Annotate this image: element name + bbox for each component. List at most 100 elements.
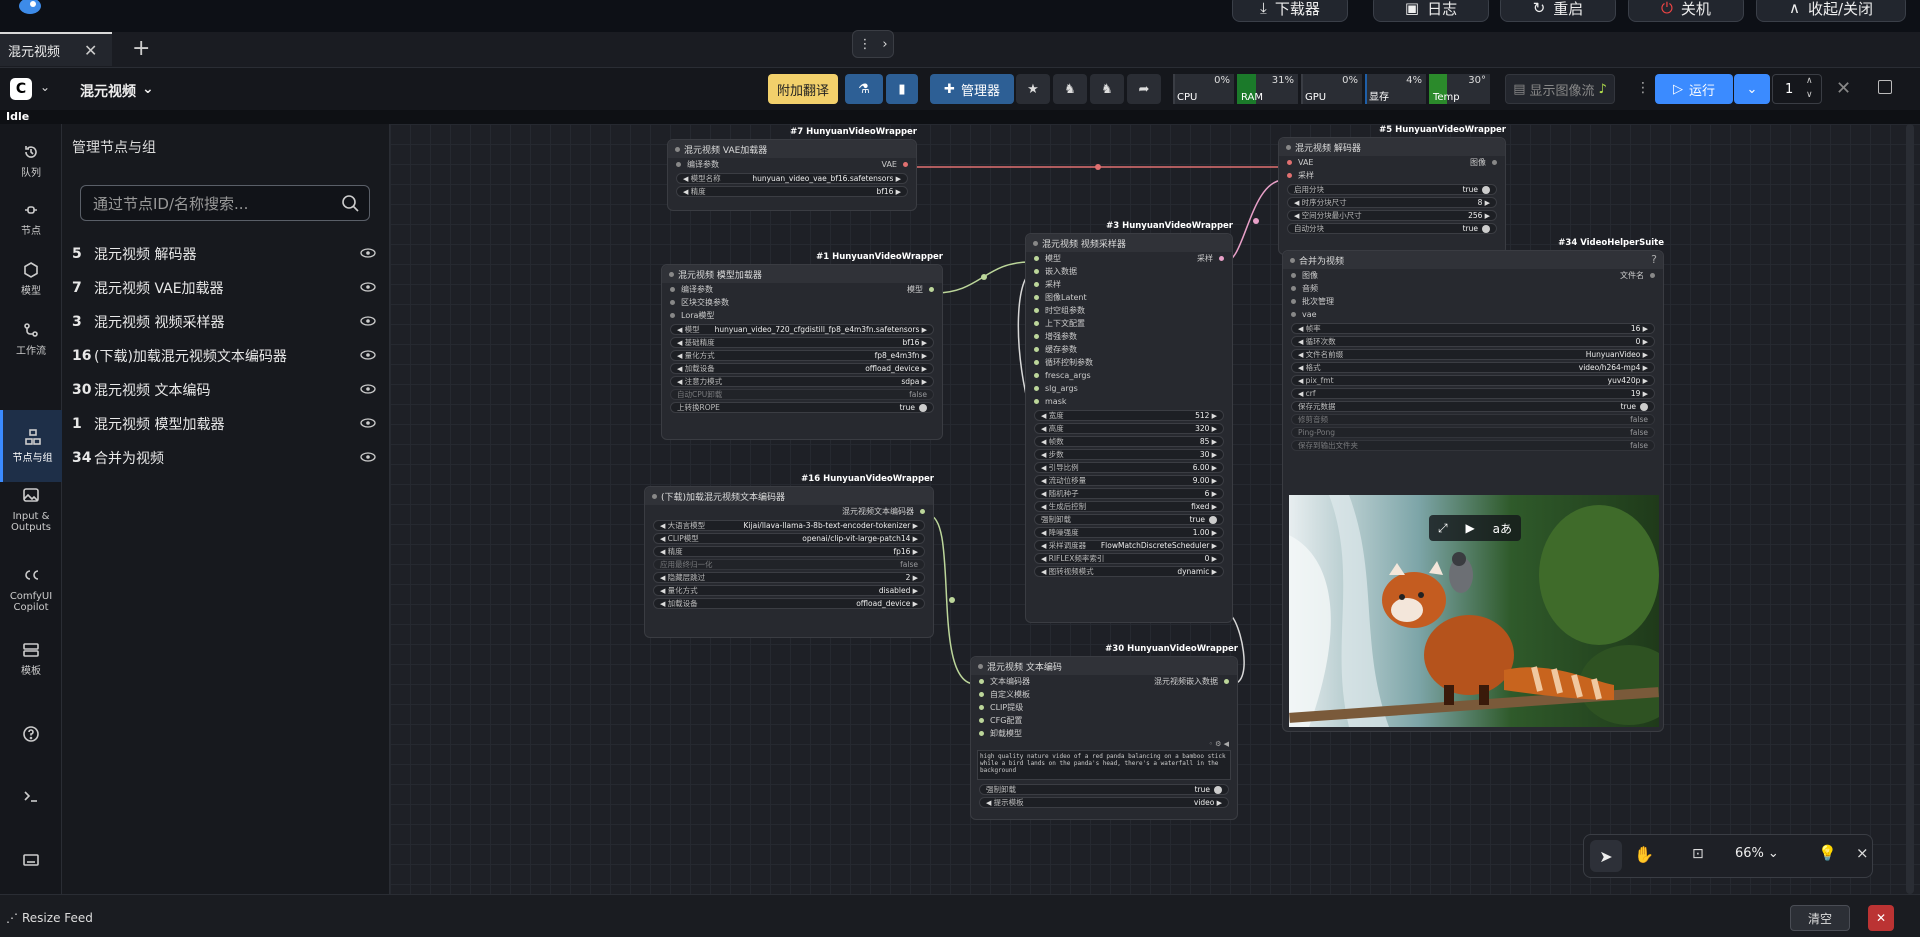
node-widget[interactable]: ◀ 隐藏层跳过 2 ▶	[653, 572, 925, 583]
node-list-item[interactable]: 30 混元视频 文本编码	[66, 375, 376, 405]
input-socket[interactable]	[676, 162, 681, 167]
eye-icon[interactable]	[360, 314, 376, 330]
add-tab-button[interactable]: +	[132, 36, 150, 61]
chevron-left-icon[interactable]: ◀	[1041, 542, 1049, 550]
chevron-right-icon[interactable]: ▶	[1209, 425, 1217, 433]
chevron-up-icon[interactable]: ∧	[1806, 74, 1813, 88]
chevron-right-icon[interactable]: ▶	[910, 548, 918, 556]
node-title[interactable]: 混元视频 视频采样器	[1026, 234, 1232, 252]
eye-icon[interactable]	[360, 416, 376, 432]
node-list-item[interactable]: 16 (下载)加载混元视频文本编码器	[66, 341, 376, 371]
chevron-left-icon[interactable]: ◀	[1041, 477, 1049, 485]
model-download-button[interactable]: ♞	[1053, 74, 1087, 104]
input-socket[interactable]	[1287, 160, 1292, 165]
chevron-right-icon[interactable]: ▶	[910, 535, 918, 543]
node-title[interactable]: (下载)加载混元视频文本编码器	[645, 487, 933, 505]
node-widget[interactable]: ◀ 宽度 512 ▶	[1034, 410, 1224, 421]
link-visibility-button[interactable]: ⨯	[1856, 844, 1869, 862]
node-widget[interactable]: ◀ 文件名前缀 HunyuanVideo ▶	[1291, 349, 1655, 360]
sidebar-item-image[interactable]: Input & Outputs	[0, 480, 62, 538]
input-socket[interactable]	[1034, 347, 1039, 352]
node-list-item[interactable]: 34 合并为视频	[66, 443, 376, 473]
node-widget[interactable]: 自动CPU卸载 false	[670, 389, 934, 400]
manager-button[interactable]: ✚ 管理器	[930, 74, 1014, 104]
manager-flask-button[interactable]: ⚗	[845, 74, 883, 104]
chevron-right-icon[interactable]: ▶	[1209, 412, 1217, 420]
run-button[interactable]: ▷ 运行	[1655, 74, 1733, 104]
node-widget[interactable]: ◀ 引导比例 6.00 ▶	[1034, 462, 1224, 473]
chevron-left-icon[interactable]: ◀	[1041, 464, 1049, 472]
chevron-right-icon[interactable]: ▶	[1209, 529, 1217, 537]
chevron-right-icon[interactable]: ▶	[1209, 555, 1217, 563]
node-widget[interactable]: ◀ 基础精度 bf16 ▶	[670, 337, 934, 348]
chevron-right-icon[interactable]: ▶	[1640, 351, 1648, 359]
input-socket[interactable]	[1034, 386, 1039, 391]
node-widget[interactable]: ◀ crf 19 ▶	[1291, 388, 1655, 399]
output-socket[interactable]	[1224, 679, 1229, 684]
node-widget[interactable]: ◀ 精度 fp16 ▶	[653, 546, 925, 557]
node-sampler[interactable]: 混元视频 视频采样器 模型 采样 嵌入数据 采样 图像Latent 时空组参数 上下文配置 增强…	[1025, 233, 1233, 623]
sidebar-item-template[interactable]: 模板	[0, 630, 62, 688]
sidebar-item-workflow[interactable]: 工作流	[0, 310, 62, 368]
sidebar-item-copilot[interactable]: ComfyUI Copilot	[0, 560, 62, 618]
node-search-input[interactable]: 通过节点ID/名称搜索...	[80, 185, 370, 221]
toggle-knob-icon[interactable]	[919, 403, 927, 412]
chevron-left-icon[interactable]: ◀	[1298, 377, 1306, 385]
downloader-button[interactable]: ⤓ 下载器	[1232, 0, 1348, 22]
chevron-left-icon[interactable]: ◀	[660, 522, 668, 530]
node-widget[interactable]: 强制卸载 true	[1034, 514, 1224, 525]
chevron-left-icon[interactable]: ◀	[1298, 325, 1306, 333]
chevron-left-icon[interactable]: ◀	[1041, 490, 1049, 498]
chevron-left-icon[interactable]: ◀	[660, 600, 668, 608]
input-socket[interactable]	[1034, 360, 1039, 365]
fit-view-button[interactable]: ⊡	[1692, 846, 1704, 862]
input-socket[interactable]	[979, 692, 984, 697]
input-socket[interactable]	[1291, 286, 1296, 291]
chevron-right-icon[interactable]: ▶	[919, 365, 927, 373]
chevron-right-icon[interactable]: ▶	[1640, 338, 1648, 346]
chevron-right-icon[interactable]: ▶	[1640, 325, 1648, 333]
chevron-right-icon[interactable]: ▶	[910, 600, 918, 608]
node-widget[interactable]: ◀ 时序分块尺寸 8 ▶	[1287, 197, 1497, 208]
toggle-knob-icon[interactable]	[1482, 185, 1490, 194]
chevron-right-icon[interactable]: ▶	[1209, 542, 1217, 550]
chevron-right-icon[interactable]: ▶	[910, 522, 918, 530]
input-socket[interactable]	[1034, 282, 1039, 287]
node-widget[interactable]: 应用最终归一化 false	[653, 559, 925, 570]
close-icon[interactable]: ✕	[84, 41, 97, 60]
open-image-icon[interactable]: ⤢	[1438, 521, 1448, 536]
help-button[interactable]	[0, 720, 62, 750]
keyboard-button[interactable]	[0, 846, 62, 876]
cancel-run-button[interactable]: ✕	[1836, 78, 1851, 99]
input-socket[interactable]	[979, 705, 984, 710]
input-socket[interactable]	[1291, 273, 1296, 278]
toggle-knob-icon[interactable]	[1209, 515, 1217, 524]
node-widget[interactable]: ◀ 高度 320 ▶	[1034, 423, 1224, 434]
input-socket[interactable]	[979, 718, 984, 723]
sidebar-item-history[interactable]: 队列	[0, 132, 62, 190]
chevron-right-icon[interactable]: ▶	[1640, 390, 1648, 398]
chevron-left-icon[interactable]: ◀	[1041, 438, 1049, 446]
node-widget[interactable]: ◀ CLIP模型 openai/clip-vit-large-patch14 ▶	[653, 533, 925, 544]
chevron-right-icon[interactable]: ▶	[910, 574, 918, 582]
node-widget[interactable]: 保存到输出文件夹 false	[1291, 440, 1655, 451]
sidebar-item-node-group[interactable]: 节点与组	[0, 410, 62, 482]
chevron-left-icon[interactable]: ◀	[660, 574, 668, 582]
node-list-item[interactable]: 7 混元视频 VAE加载器	[66, 273, 376, 303]
node-widget[interactable]: ◀ 模型名称 hunyuan_video_vae_bf16.safetensors…	[676, 173, 908, 184]
play-video-icon[interactable]: ▶	[1465, 521, 1474, 535]
chevron-right-icon[interactable]: ▶	[1482, 212, 1490, 220]
chevron-left-icon[interactable]: ◀	[677, 339, 685, 347]
fullscreen-button[interactable]	[1878, 80, 1892, 94]
node-widget[interactable]: 启用分块 true	[1287, 184, 1497, 195]
node-widget[interactable]: ◀ 量化方式 disabled ▶	[653, 585, 925, 596]
input-socket[interactable]	[1291, 312, 1296, 317]
node-widget[interactable]: ◀ 循环次数 0 ▶	[1291, 336, 1655, 347]
input-socket[interactable]	[670, 313, 675, 318]
output-socket[interactable]	[920, 509, 925, 514]
node-widget[interactable]: 保存元数据 true	[1291, 401, 1655, 412]
node-widget[interactable]: 修剪音频 false	[1291, 414, 1655, 425]
node-widget[interactable]: ◀ 步数 30 ▶	[1034, 449, 1224, 460]
node-title[interactable]: 混元视频 解码器	[1279, 138, 1505, 156]
chevron-right-icon[interactable]: ▶	[1640, 377, 1648, 385]
